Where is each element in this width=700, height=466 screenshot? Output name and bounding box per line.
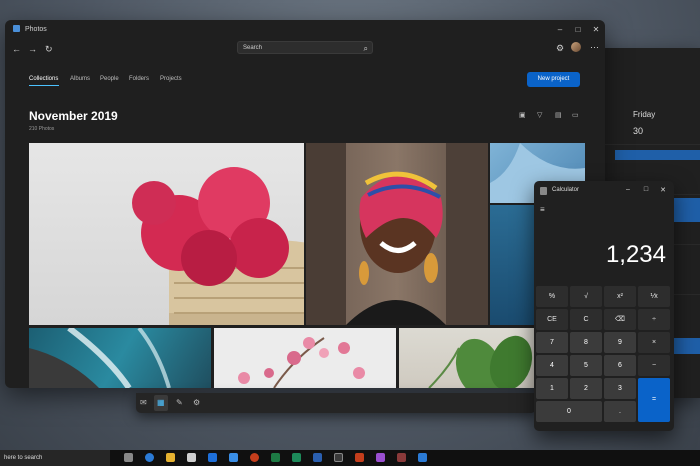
calendar-date-number[interactable]: 30 xyxy=(633,126,643,136)
edge-icon[interactable] xyxy=(145,453,154,462)
minimize-icon[interactable]: – xyxy=(553,25,567,34)
photo-thumbnail-blue-plant[interactable] xyxy=(490,205,540,325)
powerpoint-icon[interactable] xyxy=(355,453,364,462)
key-subtract[interactable]: − xyxy=(638,355,670,376)
key-6[interactable]: 6 xyxy=(604,355,636,376)
key-backspace[interactable]: ⌫ xyxy=(604,309,636,330)
sheets-icon[interactable] xyxy=(292,453,301,462)
photo-thumbnail-portrait[interactable] xyxy=(306,143,488,325)
windows-app-icon[interactable] xyxy=(418,453,427,462)
file-explorer-icon[interactable] xyxy=(166,453,175,462)
office-icon[interactable] xyxy=(250,453,259,462)
flowers-image xyxy=(132,167,304,325)
tab-collections[interactable]: Collections xyxy=(29,76,58,82)
word-icon[interactable] xyxy=(313,453,322,462)
maximize-icon[interactable]: □ xyxy=(640,186,652,193)
key-equals[interactable]: = xyxy=(638,378,670,422)
tab-albums[interactable]: Albums xyxy=(70,76,90,82)
terminal-icon[interactable] xyxy=(334,453,343,462)
maximize-icon[interactable]: □ xyxy=(571,25,585,34)
calendar-event[interactable] xyxy=(673,198,700,222)
menu-icon[interactable]: ≡ xyxy=(540,205,545,214)
new-project-button[interactable]: New project xyxy=(527,72,580,87)
app-icon[interactable] xyxy=(397,453,406,462)
photo-thumbnail-coast[interactable] xyxy=(29,328,211,388)
filter-icon[interactable]: ▽ xyxy=(537,111,542,119)
photo-thumbnail-flowers[interactable] xyxy=(29,143,304,325)
photos-icon xyxy=(13,25,20,32)
viewer-toolbar: ✉ ▦ ✎ ⚙ xyxy=(136,393,536,413)
key-4[interactable]: 4 xyxy=(536,355,568,376)
page-title: November 2019 xyxy=(29,109,118,123)
calculator-title: Calculator xyxy=(552,187,580,193)
coast-image xyxy=(29,328,171,388)
close-icon[interactable]: ✕ xyxy=(589,25,603,34)
key-0[interactable]: 0 xyxy=(536,401,602,422)
mail-icon[interactable]: ✉ xyxy=(140,398,147,407)
key-divide[interactable]: ÷ xyxy=(638,309,670,330)
calendar-day-label: Friday xyxy=(633,110,656,119)
import-icon[interactable]: ▣ xyxy=(519,111,526,119)
search-placeholder: Search xyxy=(243,45,263,51)
avatar[interactable] xyxy=(571,42,581,52)
window-title: Photos xyxy=(25,26,47,33)
task-view-icon[interactable] xyxy=(124,453,133,462)
calendar-icon[interactable]: ▦ xyxy=(157,398,165,407)
key-percent[interactable]: % xyxy=(536,286,568,307)
back-arrow-icon[interactable]: ← xyxy=(12,44,21,54)
search-icon[interactable]: ⌕ xyxy=(364,42,368,55)
search-input[interactable]: Search ⌕ xyxy=(237,41,373,54)
calculator-icon xyxy=(540,187,547,195)
key-8[interactable]: 8 xyxy=(570,332,602,353)
refresh-icon[interactable]: ↻ xyxy=(45,44,53,55)
key-reciprocal[interactable]: ⅟x xyxy=(638,286,670,307)
calculator-window: Calculator – □ ✕ ≡ 1,234 % √ x² ⅟x CE C … xyxy=(534,181,674,431)
slideshow-icon[interactable]: ▭ xyxy=(572,111,579,119)
store-icon[interactable] xyxy=(187,453,196,462)
tab-people[interactable]: People xyxy=(100,76,119,82)
taskbar-search-input[interactable]: here to search xyxy=(0,450,110,466)
excel-icon[interactable] xyxy=(271,453,280,462)
gear-icon[interactable]: ⚙ xyxy=(556,43,564,54)
tab-folders[interactable]: Folders xyxy=(129,76,149,82)
portrait-image xyxy=(306,143,488,325)
minimize-icon[interactable]: – xyxy=(622,186,634,193)
key-clear-entry[interactable]: CE xyxy=(536,309,568,330)
photo-thumbnail-blossoms[interactable] xyxy=(214,328,396,388)
key-3[interactable]: 3 xyxy=(604,378,636,399)
key-7[interactable]: 7 xyxy=(536,332,568,353)
forward-arrow-icon[interactable]: → xyxy=(28,44,37,54)
key-2[interactable]: 2 xyxy=(570,378,602,399)
key-square[interactable]: x² xyxy=(604,286,636,307)
key-9[interactable]: 9 xyxy=(604,332,636,353)
key-decimal[interactable]: . xyxy=(604,401,636,422)
taskbar: here to search xyxy=(0,450,700,466)
outlook-icon[interactable] xyxy=(229,453,238,462)
calculator-display: 1,234 xyxy=(605,241,666,268)
edit-icon[interactable]: ✎ xyxy=(176,398,183,407)
photos-window: Photos – □ ✕ ← → ↻ Search ⌕ ⚙ ⋯ Collecti… xyxy=(5,20,605,388)
calendar-event[interactable] xyxy=(615,150,700,160)
photo-count: 210 Photos xyxy=(29,126,55,132)
active-tab-indicator xyxy=(29,85,59,86)
tab-projects[interactable]: Projects xyxy=(160,76,182,82)
key-clear[interactable]: C xyxy=(570,309,602,330)
close-icon[interactable]: ✕ xyxy=(657,186,669,194)
key-multiply[interactable]: × xyxy=(638,332,670,353)
ellipsis-icon[interactable]: ⋯ xyxy=(590,42,599,53)
select-icon[interactable]: ▤ xyxy=(555,111,562,119)
key-1[interactable]: 1 xyxy=(536,378,568,399)
key-5[interactable]: 5 xyxy=(570,355,602,376)
key-sqrt[interactable]: √ xyxy=(570,286,602,307)
mail-app-icon[interactable] xyxy=(208,453,217,462)
calendar-event[interactable] xyxy=(673,338,700,354)
gear-icon[interactable]: ⚙ xyxy=(193,398,200,407)
blossoms-image xyxy=(238,337,365,388)
teams-icon[interactable] xyxy=(376,453,385,462)
